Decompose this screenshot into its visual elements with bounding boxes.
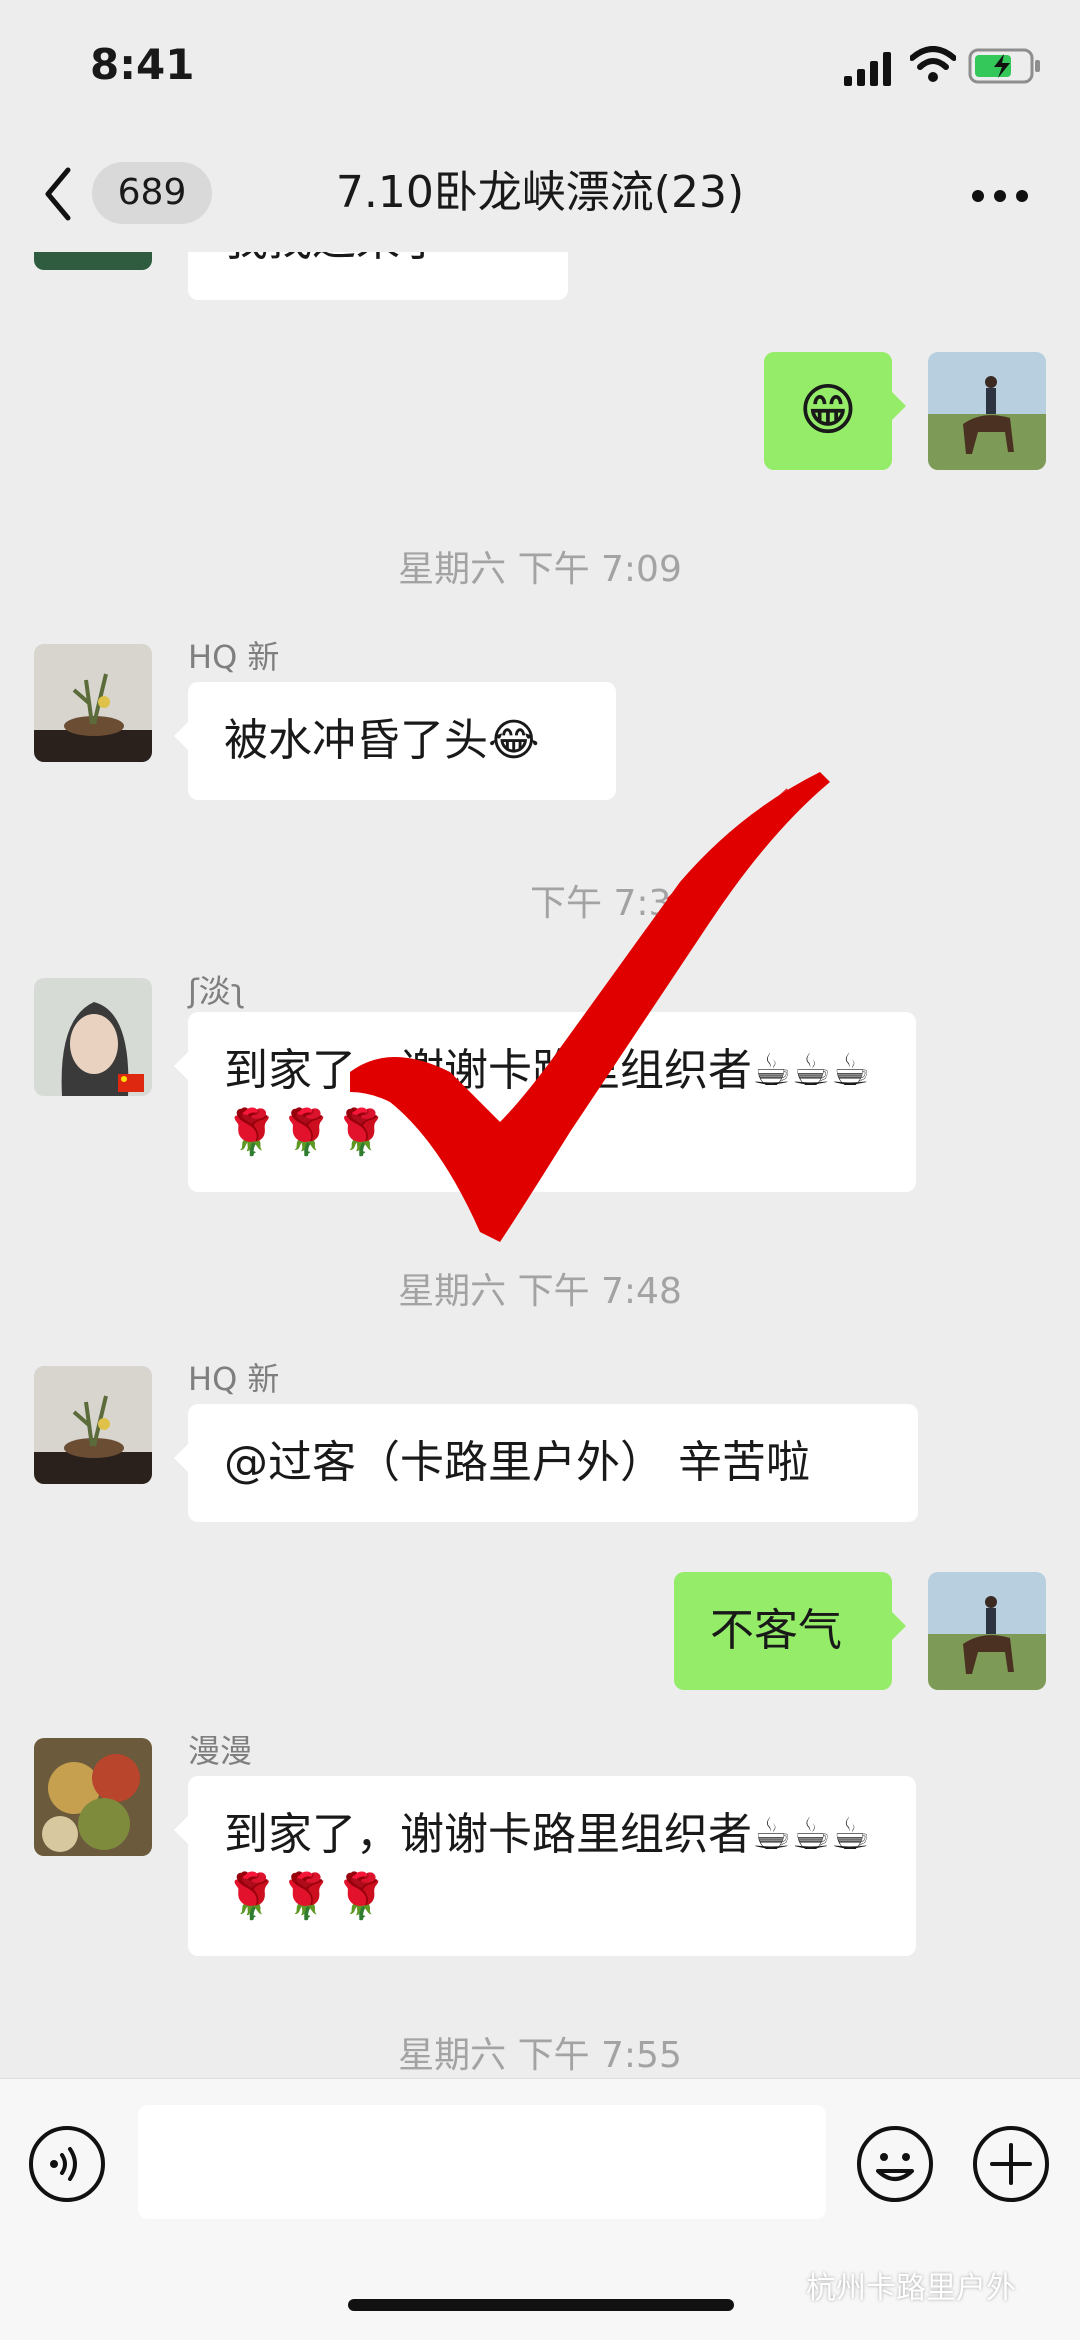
red-checkmark-overlay [350, 772, 830, 1242]
sender-name: 漫漫 [188, 1732, 253, 1770]
battery-icon [968, 48, 1040, 84]
status-time: 8:41 [90, 40, 195, 89]
chat-header: 689 7.10卧龙峡漂流(23) [0, 140, 1080, 252]
plus-icon[interactable] [972, 2125, 1050, 2203]
home-indicator [348, 2299, 734, 2311]
message-bubble[interactable]: 到家了，谢谢卡路里组织者☕☕☕🌹🌹🌹 [174, 1776, 916, 1956]
avatar[interactable] [34, 252, 152, 270]
avatar-self[interactable] [928, 1572, 1046, 1690]
sender-name: HQ 新 [188, 1360, 280, 1398]
grin-emoji: 😁 [798, 378, 858, 443]
emoji-icon[interactable] [856, 2125, 934, 2203]
avatar[interactable] [34, 1366, 152, 1484]
message-bubble[interactable]: 我找过来了 [188, 252, 568, 300]
watermark: 杭州卡路里户外 [806, 2271, 1016, 2306]
avatar-self[interactable] [928, 352, 1046, 470]
message-input[interactable] [138, 2105, 826, 2219]
more-icon[interactable] [970, 188, 1030, 204]
voice-icon[interactable] [28, 2125, 106, 2203]
avatar[interactable] [34, 978, 152, 1096]
message-list[interactable]: 我找过来了 😁 星期六 下午 7:09 HQ 新 被水冲昏了头😂 下午 7:31… [0, 252, 1080, 2078]
message-bubble[interactable]: @过客（卡路里户外） 辛苦啦 [174, 1404, 918, 1522]
timestamp: 星期六 下午 7:55 [398, 2035, 682, 2076]
sender-name: HQ 新 [188, 638, 280, 676]
timestamp: 星期六 下午 7:09 [398, 549, 682, 590]
sender-name: ʃ淡ʅ [188, 972, 246, 1010]
status-bar: 8:41 [0, 0, 1080, 140]
avatar[interactable] [34, 644, 152, 762]
input-bar: 杭州卡路里户外 [0, 2078, 1080, 2340]
signal-icon [844, 52, 891, 86]
chat-title: 7.10卧龙峡漂流(23) [335, 167, 745, 218]
timestamp: 星期六 下午 7:48 [398, 1271, 682, 1312]
wifi-icon [910, 46, 956, 82]
avatar[interactable] [34, 1738, 152, 1856]
message-bubble-outgoing[interactable]: 😁 [764, 352, 906, 470]
message-bubble-outgoing[interactable]: 不客气 [674, 1572, 906, 1690]
